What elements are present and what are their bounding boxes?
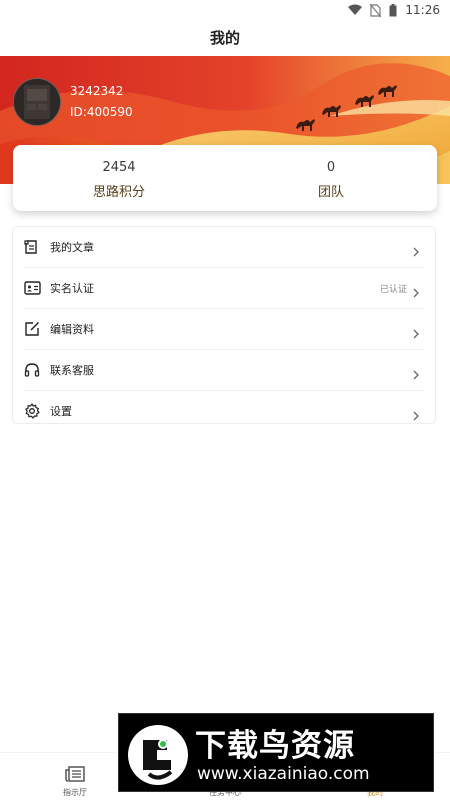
menu-item-customer-service[interactable]: 联系客服 xyxy=(23,350,425,391)
id-card-icon xyxy=(23,279,41,297)
page-header: 我的 xyxy=(0,22,450,56)
stats-card: 2454 思路积分 0 团队 xyxy=(13,145,437,211)
verification-status-badge: 已认证 xyxy=(379,284,407,295)
page-title: 我的 xyxy=(209,29,240,47)
watermark-logo xyxy=(127,724,189,786)
edit-icon xyxy=(23,320,41,338)
stat-points[interactable]: 2454 思路积分 xyxy=(13,145,225,211)
clock: 11:26 xyxy=(405,3,440,17)
team-label: 团队 xyxy=(317,185,344,200)
team-value: 0 xyxy=(326,160,336,175)
chevron-right-icon xyxy=(411,365,421,380)
menu-item-settings[interactable]: 设置 xyxy=(23,391,425,431)
headset-icon xyxy=(23,361,41,379)
newspaper-icon xyxy=(64,765,86,787)
chevron-right-icon xyxy=(411,406,421,421)
menu-item-verification[interactable]: 实名认证 已认证 xyxy=(23,268,425,309)
menu-item-my-articles[interactable]: 我的文章 xyxy=(23,227,425,268)
chevron-right-icon xyxy=(411,324,421,339)
no-sim-icon xyxy=(370,3,382,17)
menu-item-label: 设置 xyxy=(50,405,72,418)
chevron-right-icon xyxy=(411,242,421,257)
watermark-banner: 下载鸟资源 www.xiazainiao.com xyxy=(118,713,434,792)
watermark-url: www.xiazainiao.com xyxy=(197,764,370,784)
battery-icon xyxy=(389,3,397,17)
menu-item-label: 我的文章 xyxy=(50,241,94,254)
points-value: 2454 xyxy=(102,160,136,175)
status-bar: 11:26 xyxy=(0,0,450,22)
menu-item-edit-profile[interactable]: 编辑资料 xyxy=(23,309,425,350)
menu-item-label: 编辑资料 xyxy=(50,323,94,336)
watermark-title: 下载鸟资源 xyxy=(195,728,355,764)
settings-menu: 我的文章 实名认证 已认证 编辑资料 联系客服 设置 xyxy=(12,226,436,424)
menu-item-label: 实名认证 xyxy=(50,282,94,295)
points-label: 思路积分 xyxy=(92,185,145,200)
chevron-right-icon xyxy=(411,283,421,298)
user-id: ID:400590 xyxy=(70,105,133,119)
stat-team[interactable]: 0 团队 xyxy=(225,145,437,211)
gear-icon xyxy=(23,402,41,420)
wifi-icon xyxy=(348,4,363,16)
avatar[interactable] xyxy=(13,78,61,126)
article-icon xyxy=(23,238,41,256)
menu-item-label: 联系客服 xyxy=(50,364,94,377)
user-name: 3242342 xyxy=(70,84,124,98)
